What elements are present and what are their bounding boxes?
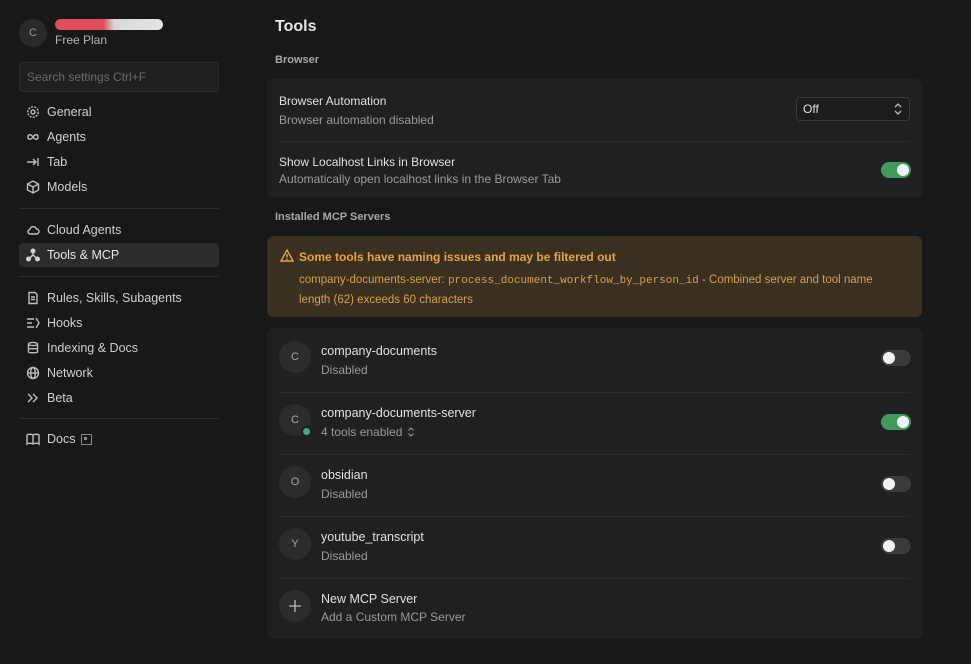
sidebar-item-label: Cloud Agents [47, 223, 122, 237]
external-link-icon [81, 433, 93, 445]
user-profile[interactable]: C Free Plan [19, 19, 163, 47]
sidebar-item-general[interactable]: General [19, 100, 219, 124]
section-browser-label: Browser [275, 54, 320, 66]
sidebar-item-label: Models [47, 180, 88, 194]
new-server-title: New MCP Server [321, 592, 418, 606]
tab-arrow-icon [26, 155, 40, 169]
sidebar-item-label: Tab [47, 155, 68, 169]
sidebar-item-label: Docs [47, 432, 76, 446]
browser-automation-subtitle: Browser automation disabled [279, 113, 434, 127]
mcp-nodes-icon [26, 248, 40, 262]
server-name: obsidian [321, 468, 368, 482]
sidebar-item-agents[interactable]: Agents [19, 125, 219, 149]
browser-automation-value: Off [803, 102, 819, 116]
server-toggle-youtube-transcript[interactable] [881, 538, 911, 554]
sidebar-item-label: Tools & MCP [47, 248, 120, 262]
sidebar-item-rules[interactable]: Rules, Skills, Subagents [19, 286, 219, 310]
warning-message: company-documents-server: process_docume… [299, 271, 899, 310]
row-divider [279, 454, 910, 455]
naming-warning-banner: Some tools have naming issues and may be… [267, 236, 922, 317]
server-status: 4 tools enabled [321, 425, 403, 439]
sidebar-item-tools-mcp[interactable]: Tools & MCP [19, 243, 219, 267]
localhost-links-toggle[interactable] [881, 162, 911, 178]
infinity-icon [26, 130, 40, 144]
globe-icon [26, 366, 40, 380]
server-toggle-company-documents-server[interactable] [881, 414, 911, 430]
section-mcp-label: Installed MCP Servers [275, 211, 391, 223]
sidebar-divider [19, 208, 219, 209]
sidebar-item-hooks[interactable]: Hooks [19, 311, 219, 335]
server-name: company-documents-server [321, 406, 476, 420]
browser-automation-title: Browser Automation [279, 94, 387, 108]
page-title: Tools [275, 18, 317, 35]
cube-icon [26, 180, 40, 194]
avatar: C [19, 19, 47, 47]
server-tools-count[interactable]: 4 tools enabled [321, 425, 415, 439]
connected-status-dot [301, 426, 312, 437]
browser-automation-select[interactable]: Off [796, 97, 910, 121]
warning-server: company-documents-server: [299, 274, 445, 286]
row-divider [279, 392, 910, 393]
server-toggle-obsidian[interactable] [881, 476, 911, 492]
sidebar-item-label: Beta [47, 391, 73, 405]
database-icon [26, 341, 40, 355]
chevron-updown-icon [894, 103, 902, 115]
localhost-links-subtitle: Automatically open localhost links in th… [279, 172, 561, 186]
sidebar-divider [19, 276, 219, 277]
server-avatar: C [279, 341, 311, 373]
row-divider [279, 141, 910, 142]
sidebar-item-label: Hooks [47, 316, 83, 330]
warning-tool-name: process_document_workflow_by_person_id [447, 275, 699, 287]
search-input[interactable] [20, 63, 218, 91]
sidebar-item-network[interactable]: Network [19, 361, 219, 385]
sidebar-item-cloud-agents[interactable]: Cloud Agents [19, 218, 219, 242]
settings-sidebar: C Free Plan General Agents Tab Models Cl… [0, 0, 237, 664]
row-divider [279, 516, 910, 517]
server-name: company-documents [321, 344, 438, 358]
server-avatar: O [279, 466, 311, 498]
server-status: Disabled [321, 487, 368, 501]
chevrons-right-icon [26, 391, 40, 405]
sidebar-item-label: Agents [47, 130, 86, 144]
sidebar-item-label: Network [47, 366, 93, 380]
book-icon [26, 432, 40, 446]
server-toggle-company-documents[interactable] [881, 350, 911, 366]
sidebar-item-label: Rules, Skills, Subagents [47, 291, 182, 305]
browser-settings-card: Browser Automation Browser automation di… [267, 79, 922, 198]
sidebar-item-label: General [47, 105, 92, 119]
localhost-links-row: Show Localhost Links in Browser Automati… [279, 155, 561, 186]
plus-icon [279, 590, 311, 622]
sidebar-item-beta[interactable]: Beta [19, 386, 219, 410]
sidebar-divider [19, 418, 219, 419]
search-settings[interactable] [19, 62, 219, 92]
server-status: Disabled [321, 363, 368, 377]
server-status: Disabled [321, 549, 368, 563]
localhost-links-title: Show Localhost Links in Browser [279, 155, 456, 169]
sidebar-item-indexing[interactable]: Indexing & Docs [19, 336, 219, 360]
cloud-icon [26, 223, 40, 237]
sidebar-item-label: Indexing & Docs [47, 341, 139, 355]
server-avatar: Y [279, 528, 311, 560]
browser-automation-row: Browser Automation Browser automation di… [279, 94, 434, 127]
expand-icon [408, 427, 415, 437]
sidebar-item-models[interactable]: Models [19, 175, 219, 199]
new-mcp-server-button[interactable]: New MCP Server Add a Custom MCP Server [267, 579, 922, 639]
warning-icon [280, 249, 294, 262]
new-server-subtitle: Add a Custom MCP Server [321, 610, 466, 624]
server-name: youtube_transcript [321, 530, 424, 544]
sidebar-item-tab[interactable]: Tab [19, 150, 219, 174]
hooks-icon [26, 316, 40, 330]
plan-label: Free Plan [55, 33, 108, 47]
sidebar-item-docs[interactable]: Docs [19, 427, 219, 451]
gear-icon [26, 105, 40, 119]
redacted-username [55, 19, 163, 30]
warning-title: Some tools have naming issues and may be… [299, 250, 616, 264]
document-icon [26, 291, 40, 305]
mcp-servers-card: C company-documents Disabled C company-d… [267, 328, 922, 639]
